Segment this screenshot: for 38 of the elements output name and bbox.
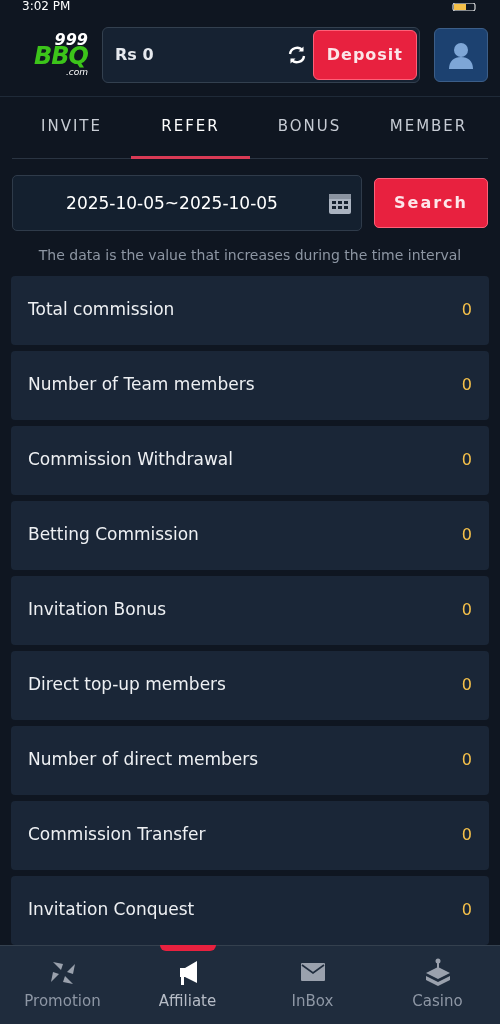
stat-value: 0 xyxy=(461,524,472,547)
battery-icon xyxy=(452,2,478,11)
date-range-field[interactable]: 2025-10-05~2025-10-05 xyxy=(12,174,362,231)
search-button[interactable]: Search xyxy=(374,177,488,228)
deposit-button[interactable]: Deposit xyxy=(312,29,417,80)
stat-label: Invitation Bonus xyxy=(28,598,167,622)
stat-value: 0 xyxy=(461,749,472,772)
tab[interactable]: REFER xyxy=(131,96,250,159)
info-note: The data is the value that increases during the time interval xyxy=(37,245,463,265)
stat-label: Direct top-up members xyxy=(28,673,226,697)
profile-button[interactable] xyxy=(434,27,488,82)
stat-label: Invitation Conquest xyxy=(28,898,195,922)
stat-value: 0 xyxy=(461,899,472,922)
nav-tab[interactable]: Promotion xyxy=(0,945,125,1024)
nav-tab[interactable]: Affiliate xyxy=(125,945,250,1024)
stat-label: Number of direct members xyxy=(28,748,259,772)
nav-tab[interactable]: Casino xyxy=(375,945,500,1024)
stat-label: Total commission xyxy=(28,298,175,322)
tab[interactable]: MEMBER xyxy=(369,96,488,159)
nav-tab[interactable]: InBox xyxy=(250,945,375,1024)
refresh-icon[interactable] xyxy=(286,44,307,65)
stat-value: 0 xyxy=(461,674,472,697)
active-indicator xyxy=(159,944,216,951)
logo-domain: .com xyxy=(65,68,88,78)
stat-label: Betting Commission xyxy=(28,523,199,547)
tab[interactable]: BONUS xyxy=(250,96,369,159)
stat-value: 0 xyxy=(461,599,472,622)
stat-value: 0 xyxy=(461,449,472,472)
balance-amount: Rs 0 xyxy=(115,43,155,66)
stat-label: Commission Withdrawal xyxy=(28,448,233,472)
joystick-icon xyxy=(423,957,452,986)
stat-value: 0 xyxy=(461,824,472,847)
stat-value: 0 xyxy=(461,299,472,322)
status-time: 3:02 PM xyxy=(22,0,71,12)
stat-label: Number of Team members xyxy=(28,373,255,397)
stat-value: 0 xyxy=(461,374,472,397)
tab[interactable]: INVITE xyxy=(12,96,131,159)
stat-label: Commission Transfer xyxy=(28,823,206,847)
